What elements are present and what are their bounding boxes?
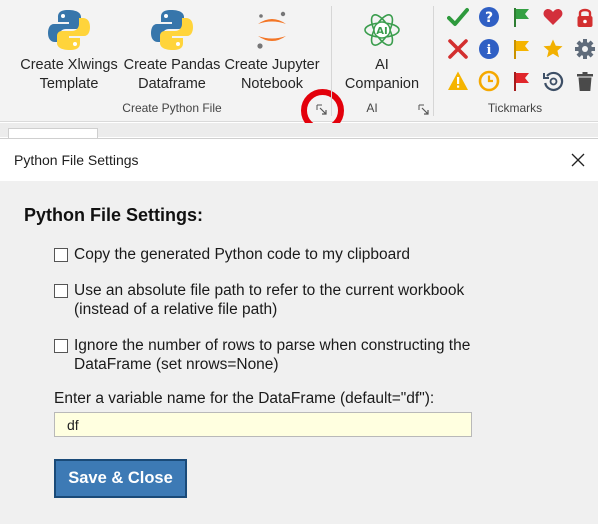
star-icon[interactable] [540,36,566,62]
dialog-titlebar: Python File Settings [0,139,598,181]
create-pandas-dataframe-button[interactable]: Create Pandas Dataframe [122,0,222,96]
info-icon[interactable]: i [476,36,502,62]
create-xlwings-template-label: Create Xlwings Template [20,57,118,92]
variable-name-prompt: Enter a variable name for the DataFrame … [54,390,435,407]
group-label-ai: AI [366,101,378,115]
formula-bar-fragment [8,128,98,138]
jupyter-logo-icon [252,4,292,56]
worksheet-strip [0,123,598,138]
ai-companion-button[interactable]: AI AI Companion [336,0,428,96]
create-xlwings-template-button[interactable]: Create Xlwings Template [16,0,122,96]
python-file-settings-dialog: Python File Settings Python File Setting… [0,138,598,524]
close-icon[interactable] [568,150,588,170]
python-logo-icon [150,4,194,56]
copy-to-clipboard-label: Copy the generated Python code to my cli… [74,246,411,263]
absolute-file-path-checkbox[interactable] [54,284,68,298]
lock-icon[interactable] [572,4,598,30]
group-separator [433,6,434,116]
option-ignore-nrows[interactable]: Ignore the number of rows to parse when … [54,336,470,374]
check-icon[interactable] [445,4,471,30]
group-separator [331,6,332,116]
option-absolute-file-path[interactable]: Use an absolute file path to refer to th… [54,281,464,319]
svg-text:?: ? [485,10,493,26]
gear-icon[interactable] [572,36,598,62]
x-icon[interactable] [445,36,471,62]
group-label-tickmarks: Tickmarks [487,101,543,115]
create-jupyter-notebook-button[interactable]: Create Jupyter Notebook [222,0,322,96]
dialog-heading: Python File Settings: [24,205,204,225]
question-icon[interactable]: ? [476,4,502,30]
python-logo-icon [47,4,91,56]
trash-icon[interactable] [572,68,598,94]
option-copy-to-clipboard[interactable]: Copy the generated Python code to my cli… [54,245,410,264]
ai-atom-icon: AI [362,4,402,56]
group-label-create-python-file: Create Python File [122,101,222,115]
svg-text:i: i [487,43,492,58]
history-icon[interactable] [540,68,566,94]
dialog-title: Python File Settings [14,152,139,168]
ai-companion-label: AI Companion [344,57,420,92]
variable-name-input[interactable] [54,412,472,437]
ai-icon-text: AI [376,26,387,37]
clock-icon[interactable] [476,68,502,94]
ai-dialog-launcher-icon[interactable] [418,104,430,116]
copy-to-clipboard-checkbox[interactable] [54,248,68,262]
heart-icon[interactable] [540,4,566,30]
red-flag-icon[interactable] [508,68,534,94]
green-flag-icon[interactable] [508,4,534,30]
ribbon: Create Xlwings Template Create Pandas Da… [0,0,598,132]
save-and-close-button[interactable]: Save & Close [54,459,187,498]
absolute-file-path-label: Use an absolute file path to refer to th… [74,282,465,318]
create-jupyter-notebook-label: Create Jupyter Notebook [224,57,320,92]
ignore-nrows-checkbox[interactable] [54,339,68,353]
yellow-flag-icon[interactable] [508,36,534,62]
ignore-nrows-label: Ignore the number of rows to parse when … [74,337,471,373]
warning-icon[interactable] [445,68,471,94]
create-pandas-dataframe-label: Create Pandas Dataframe [123,57,221,92]
